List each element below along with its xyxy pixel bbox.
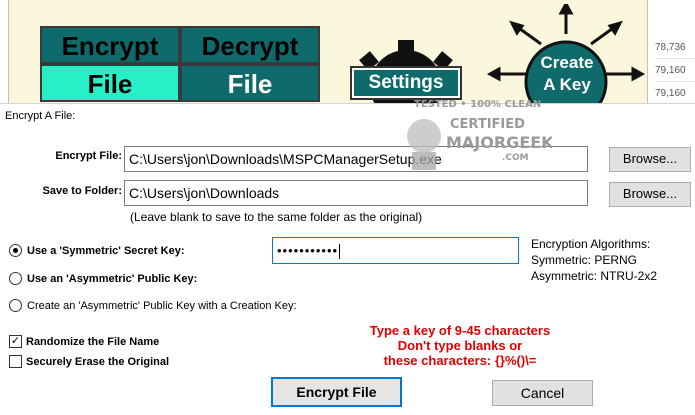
decrypt-file-tile[interactable]: File <box>180 64 320 102</box>
side-number: 79,160 <box>655 82 695 103</box>
randomize-file-name-label: Randomize the File Name <box>26 335 160 348</box>
encrypt-tile-title[interactable]: Encrypt <box>40 26 180 64</box>
save-folder-label: Save to Folder: <box>42 185 122 197</box>
warning-line: these characters: {}%()\= <box>383 353 537 368</box>
algorithm-symmetric: Symmetric: PERNG <box>531 253 638 267</box>
radio-create-asymmetric-label: Create an 'Asymmetric' Public Key with a… <box>27 299 297 312</box>
decrypt-tile-title[interactable]: Decrypt <box>180 26 320 64</box>
radio-button[interactable] <box>9 299 22 312</box>
side-number: 78,736 <box>655 36 695 59</box>
securely-erase-label: Securely Erase the Original <box>26 355 170 368</box>
encrypt-file-dialog: Encrypt A File: Encrypt File: C:\Users\j… <box>0 103 695 415</box>
watermark-line2: CERTIFIED <box>450 117 525 132</box>
radio-symmetric-label: Use a 'Symmetric' Secret Key: <box>27 244 185 257</box>
warning-line: Type a key of 9-45 characters <box>369 323 551 338</box>
encrypt-file-label: Encrypt File: <box>55 150 122 162</box>
save-folder-input[interactable]: C:\Users\jon\Downloads <box>124 180 588 206</box>
encryption-algorithms: Encryption Algorithms: Symmetric: PERNG … <box>531 236 657 284</box>
majorgeeks-watermark: TESTED • 100% CLEAN CERTIFIED MAJORGEEKS… <box>407 99 552 170</box>
create-key-line1: Create <box>540 53 594 72</box>
encrypt-file-tile[interactable]: File <box>40 64 180 102</box>
save-folder-browse-button[interactable]: Browse... <box>609 182 691 207</box>
warning-line: Don't type blanks or <box>397 338 523 353</box>
side-number: 79,160 <box>655 59 695 82</box>
encrypt-file-browse-button[interactable]: Browse... <box>609 147 691 172</box>
key-warning: Type a key of 9-45 characters Don't type… <box>300 323 620 368</box>
radio-asymmetric-label: Use an 'Asymmetric' Public Key: <box>27 272 198 285</box>
algorithms-heading: Encryption Algorithms: <box>531 237 651 251</box>
algorithm-asymmetric: Asymmetric: NTRU-2x2 <box>531 269 658 283</box>
checkbox-securely-erase[interactable]: Securely Erase the Original <box>9 355 169 368</box>
cancel-button[interactable]: Cancel <box>492 380 593 406</box>
checkbox-box[interactable] <box>9 355 22 368</box>
radio-create-asymmetric-key[interactable]: Create an 'Asymmetric' Public Key with a… <box>9 299 297 312</box>
watermark-line3: MAJORGEEKS <box>446 133 552 152</box>
checkbox-randomize-file-name[interactable]: ✓ Randomize the File Name <box>9 335 159 348</box>
secret-key-value: ••••••••••• <box>277 243 339 258</box>
save-folder-hint: (Leave blank to save to the same folder … <box>130 210 423 224</box>
create-key-line2: A Key <box>543 75 591 94</box>
side-number-column: 78,736 79,160 79,160 <box>655 36 695 103</box>
check-icon[interactable]: ✓ <box>9 335 22 348</box>
text-caret <box>339 244 341 260</box>
radio-symmetric-key[interactable]: Use a 'Symmetric' Secret Key: <box>9 244 184 257</box>
watermark-line4: .COM <box>502 153 529 163</box>
radio-button[interactable] <box>9 244 22 257</box>
radio-button[interactable] <box>9 272 22 285</box>
settings-button[interactable]: Settings <box>350 66 462 100</box>
secret-key-input[interactable]: ••••••••••• <box>272 237 519 264</box>
create-key-button[interactable]: Create A Key <box>527 52 607 96</box>
encrypt-file-button[interactable]: Encrypt File <box>271 377 402 407</box>
watermark-line1: TESTED • 100% CLEAN <box>414 99 541 110</box>
dialog-title: Encrypt A File: <box>5 110 76 122</box>
radio-asymmetric-key[interactable]: Use an 'Asymmetric' Public Key: <box>9 272 197 285</box>
background-app: Encrypt File Decrypt File Settings Creat… <box>0 0 695 103</box>
